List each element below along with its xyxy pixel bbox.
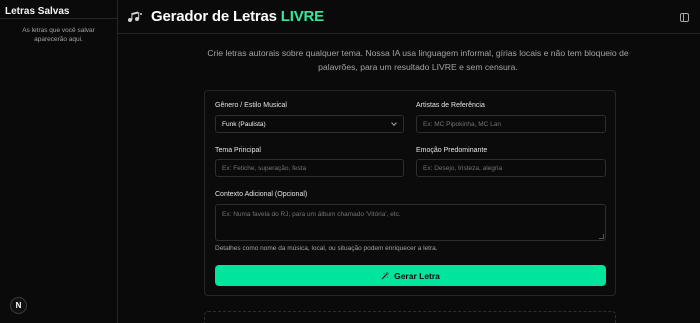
- music-notes-icon: [127, 11, 143, 23]
- intro-text: Crie letras autorais sobre qualquer tema…: [207, 48, 629, 72]
- genre-value: Funk (Paulista): [222, 120, 266, 128]
- theme-input[interactable]: Ex: Fetiche, superação, festa: [215, 159, 404, 177]
- sidebar-empty-message: As letras que você salvar aparecerão aqu…: [22, 27, 95, 43]
- context-textarea[interactable]: Ex: Numa favela do RJ, para um álbum cha…: [215, 204, 606, 241]
- app-header: Gerador de Letras LIVRE: [118, 0, 700, 34]
- lyrics-output-area: [204, 311, 616, 323]
- app-title-accent: LIVRE: [280, 8, 324, 25]
- app-root: Letras Salvas As letras que você salvar …: [0, 0, 700, 323]
- app-title-main: Gerador de Letras: [151, 8, 277, 25]
- sidebar-title: Letras Salvas: [0, 0, 117, 19]
- main-content: Gerador de Letras LIVRE Crie letras auto…: [118, 0, 700, 323]
- saved-lyrics-sidebar: Letras Salvas As letras que você salvar …: [0, 0, 118, 323]
- genre-select[interactable]: Funk (Paulista): [215, 115, 404, 133]
- generate-lyrics-label: Gerar Letra: [394, 270, 440, 281]
- emotion-label: Emoção Predominante: [416, 147, 488, 154]
- context-label: Contexto Adicional (Opcional): [215, 191, 308, 198]
- avatar[interactable]: N: [10, 297, 27, 314]
- sidebar-toggle-icon[interactable]: [680, 13, 689, 22]
- context-placeholder: Ex: Numa favela do RJ, para um álbum cha…: [222, 211, 401, 218]
- generate-lyrics-button[interactable]: Gerar Letra: [215, 265, 606, 286]
- chevron-down-icon: [391, 120, 397, 126]
- artists-input[interactable]: Ex: MC Pipokinha, MC Lan: [416, 115, 606, 133]
- artists-label: Artistas de Referência: [416, 102, 485, 109]
- theme-label: Tema Principal: [215, 147, 261, 154]
- magic-wand-icon: [381, 271, 389, 280]
- app-title: Gerador de Letras LIVRE: [151, 8, 324, 25]
- lyrics-form-card: Gênero / Estilo Musical Funk (Paulista) …: [204, 90, 616, 296]
- emotion-input[interactable]: Ex: Desejo, tristeza, alegria: [416, 159, 606, 177]
- context-helper-text: Detalhes como nome da música, local, ou …: [215, 245, 438, 252]
- genre-label: Gênero / Estilo Musical: [215, 102, 287, 109]
- resize-handle-icon[interactable]: [599, 234, 604, 239]
